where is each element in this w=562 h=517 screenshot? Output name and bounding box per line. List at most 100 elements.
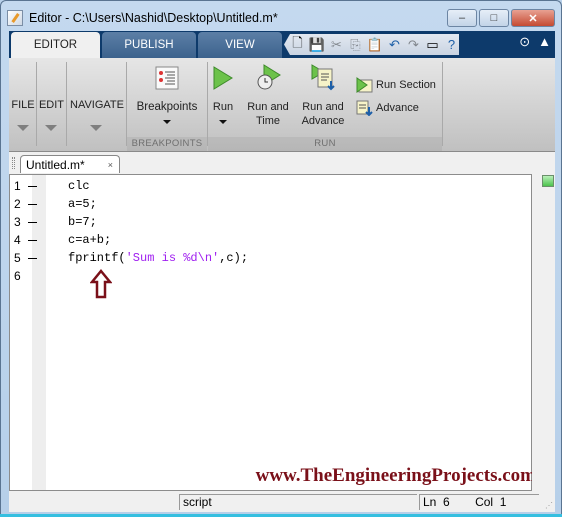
run-and-advance-button[interactable]: Run and Advance	[299, 62, 347, 130]
code-line[interactable]: 5 fprintf('Sum is %d\n',c);	[10, 249, 531, 267]
navigate-dropdown-icon[interactable]	[90, 125, 102, 131]
vertical-scrollbar[interactable]	[532, 174, 555, 491]
watermark-text: www.TheEngineeringProjects.com	[255, 465, 536, 486]
code-token: c=a+b;	[68, 233, 112, 247]
tab-editor[interactable]: EDITOR	[11, 32, 100, 58]
line-number: 5	[14, 251, 21, 265]
run-icon	[213, 66, 233, 90]
line-number: 3	[14, 215, 21, 229]
code-line[interactable]: 2 a=5;	[10, 195, 531, 213]
line-number: 6	[14, 269, 21, 283]
editor-app-icon	[7, 10, 23, 26]
executable-line-marker[interactable]	[28, 240, 37, 241]
code-token: a=5;	[68, 197, 97, 211]
breakpoints-icon	[155, 66, 179, 90]
document-tab-bar: Untitled.m* ×	[9, 152, 555, 174]
minimize-icon: –	[458, 12, 466, 24]
document-tab-label: Untitled.m*	[26, 157, 85, 172]
help-icon[interactable]: ?	[444, 37, 459, 53]
editor-window: Editor - C:\Users\Nashid\Desktop\Untitle…	[0, 0, 562, 517]
code-line[interactable]: 3 b=7;	[10, 213, 531, 231]
ribbon-tab-strip: EDITOR PUBLISH VIEW	[9, 31, 555, 58]
run-and-time-icon	[257, 64, 281, 90]
executable-line-marker[interactable]	[28, 258, 37, 259]
run-label: Run	[212, 101, 234, 113]
edit-section[interactable]: EDIT	[37, 98, 66, 112]
close-tab-icon[interactable]: ×	[108, 160, 113, 170]
code-editor[interactable]: 1 clc 2 a=5; 3 b=7; 4 c=a+b; 5 fprintf('Sum is %d…	[9, 174, 536, 491]
tab-view[interactable]: VIEW	[198, 32, 282, 58]
line-number: 6	[443, 495, 450, 509]
code-token: clc	[68, 179, 90, 193]
code-line[interactable]: 1 clc	[10, 177, 531, 195]
quick-access-toolbar: 🗋 💾 ✂ ⎘ 📋 ↶ ↷ ▭ ?	[284, 34, 459, 55]
code-text: clc	[68, 177, 90, 195]
annotation-up-arrow-icon	[90, 269, 112, 299]
column-label: Col	[475, 495, 494, 509]
line-number: 1	[14, 179, 21, 193]
breakpoints-label: Breakpoints	[136, 101, 198, 113]
executable-line-marker[interactable]	[28, 186, 37, 187]
advance-button[interactable]: Advance	[356, 99, 440, 117]
close-icon: ✕	[528, 12, 538, 25]
code-token: b=7;	[68, 215, 97, 229]
resize-grip-icon[interactable]: ⋰	[545, 501, 553, 510]
title-bar: Editor - C:\Users\Nashid\Desktop\Untitle…	[7, 7, 447, 29]
breakpoints-dropdown-icon	[163, 120, 171, 124]
run-section-button[interactable]: Run Section	[356, 76, 440, 94]
run-and-time-label-2: Time	[255, 115, 281, 127]
edit-dropdown-icon[interactable]	[45, 125, 57, 131]
copy-icon[interactable]: ⎘	[348, 37, 363, 53]
code-line[interactable]: 6	[10, 267, 531, 285]
code-text: a=5;	[68, 195, 97, 213]
ribbon: FILE EDIT NAVIGATE Breakpoints BREAKPOIN…	[9, 58, 555, 152]
code-text: c=a+b;	[68, 231, 111, 249]
drag-grip[interactable]	[12, 157, 15, 169]
string-literal: 'Sum is %d\n'	[125, 251, 220, 265]
redo-icon[interactable]: ↷	[406, 37, 421, 53]
status-bar: script Ln 6 Col 1 ⋰	[9, 491, 555, 512]
status-file-type: script	[179, 494, 417, 510]
breakpoints-section-label: BREAKPOINTS	[131, 138, 203, 149]
status-position: Ln 6 Col 1	[419, 494, 539, 510]
file-dropdown-icon[interactable]	[17, 125, 29, 131]
switch-windows-icon[interactable]: ▭	[425, 37, 440, 53]
advance-icon	[356, 100, 373, 116]
advance-label: Advance	[376, 102, 419, 114]
run-section-label: Run Section	[376, 79, 436, 91]
tab-view-label: VIEW	[225, 39, 255, 51]
tab-publish[interactable]: PUBLISH	[102, 32, 196, 58]
code-text: fprintf('Sum is %d\n',c);	[68, 249, 248, 267]
run-and-advance-label-2: Advance	[301, 115, 345, 127]
run-and-time-label-1: Run and	[247, 101, 289, 113]
customize-toolbar-icon[interactable]: ⊙	[519, 34, 530, 50]
minimize-button[interactable]: –	[447, 9, 477, 27]
window-title: Editor - C:\Users\Nashid\Desktop\Untitle…	[29, 11, 278, 25]
close-button[interactable]: ✕	[511, 9, 555, 27]
navigate-section[interactable]: NAVIGATE	[67, 98, 127, 112]
cut-icon[interactable]: ✂	[329, 37, 344, 53]
save-icon[interactable]: 💾	[309, 37, 325, 53]
executable-line-marker[interactable]	[28, 222, 37, 223]
code-analyzer-ok-indicator[interactable]	[542, 175, 554, 187]
collapse-ribbon-icon[interactable]: ▲	[538, 34, 551, 50]
tab-publish-label: PUBLISH	[124, 39, 174, 51]
column-number: 1	[499, 495, 507, 509]
file-section[interactable]: FILE	[11, 98, 35, 112]
run-section-icon	[356, 77, 373, 93]
run-and-advance-icon	[311, 64, 335, 91]
run-and-time-button[interactable]: Run and Time	[245, 62, 291, 130]
breakpoints-button[interactable]: Breakpoints	[129, 62, 205, 130]
paste-icon[interactable]: 📋	[367, 37, 383, 53]
line-label: Ln	[423, 495, 437, 509]
new-script-icon[interactable]: 🗋	[290, 35, 305, 53]
run-and-advance-label-1: Run and	[302, 101, 344, 113]
executable-line-marker[interactable]	[28, 204, 37, 205]
maximize-icon: □	[490, 12, 498, 24]
code-line[interactable]: 4 c=a+b;	[10, 231, 531, 249]
run-button[interactable]: Run	[209, 62, 237, 130]
run-section-label: RUN	[314, 138, 336, 149]
maximize-button[interactable]: □	[479, 9, 509, 27]
undo-icon[interactable]: ↶	[387, 37, 402, 53]
document-tab-untitled[interactable]: Untitled.m* ×	[20, 155, 120, 173]
